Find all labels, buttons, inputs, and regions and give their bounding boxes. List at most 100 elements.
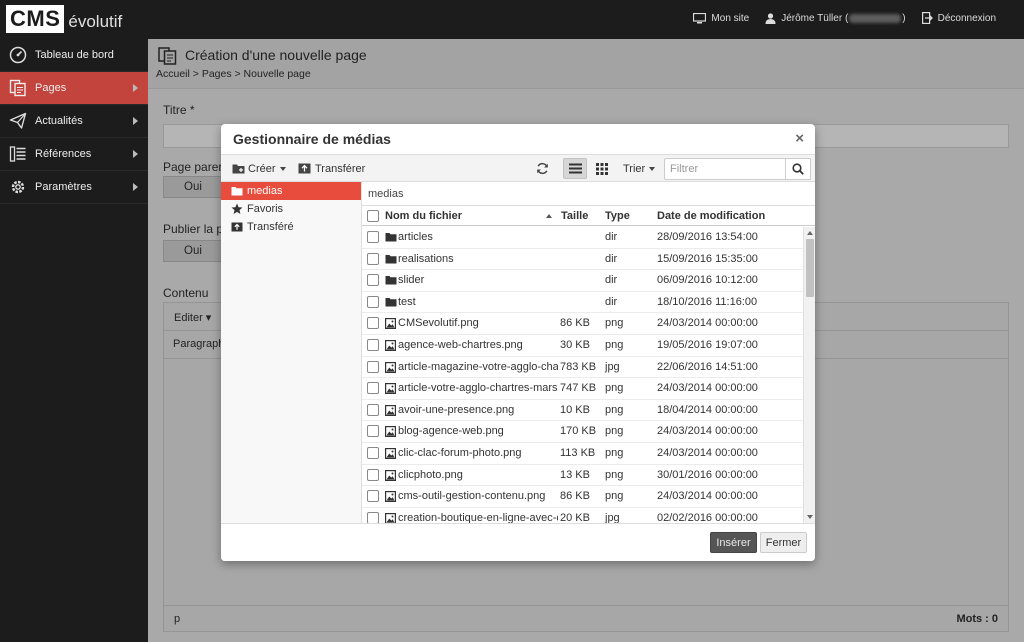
- scroll-up-icon[interactable]: [807, 231, 813, 235]
- editor-edit-menu[interactable]: Editer ▾: [174, 312, 211, 324]
- current-path: medias: [362, 182, 815, 206]
- image-file-icon: [385, 339, 396, 351]
- logout-link[interactable]: Déconnexion: [921, 12, 996, 24]
- sidebar-item-references[interactable]: Références: [0, 138, 148, 171]
- file-checkbox[interactable]: [367, 274, 379, 287]
- folder-icon: [385, 232, 397, 242]
- chevron-right-icon: [133, 150, 138, 158]
- image-file-icon: [385, 361, 396, 373]
- file-date: 06/09/2016 10:12:00: [657, 274, 758, 287]
- brand-logo[interactable]: CMS évolutif: [6, 4, 122, 34]
- sort-label: Trier: [623, 162, 646, 175]
- grid-view-button[interactable]: [590, 158, 614, 179]
- chevron-right-icon: [133, 84, 138, 92]
- file-type: dir: [605, 274, 618, 287]
- file-row[interactable]: creation-boutique-en-ligne-avec-cms.jpg2…: [362, 508, 803, 523]
- file-checkbox[interactable]: [367, 446, 379, 459]
- column-name[interactable]: Nom du fichier: [385, 210, 462, 222]
- pages-icon: [9, 79, 27, 97]
- file-name: cms-outil-gestion-contenu.png: [398, 490, 546, 503]
- file-list-scrollbar[interactable]: [803, 227, 815, 523]
- file-row[interactable]: realisations dir 15/09/2016 15:35:00: [362, 249, 803, 271]
- file-row[interactable]: articles dir 28/09/2016 13:54:00: [362, 227, 803, 249]
- column-date[interactable]: Date de modification: [657, 210, 765, 222]
- refresh-button[interactable]: [530, 158, 554, 179]
- sort-dropdown[interactable]: Trier: [618, 158, 660, 179]
- breadcrumb: Accueil > Pages > Nouvelle page: [156, 68, 311, 80]
- editor-format-select[interactable]: Paragraph: [173, 338, 224, 350]
- file-name: CMSevolutif.png: [398, 317, 479, 330]
- tree-item-uploaded[interactable]: Transféré: [221, 218, 361, 236]
- tree-item-medias[interactable]: medias: [221, 182, 361, 200]
- scroll-thumb[interactable]: [806, 239, 814, 297]
- gear-icon: [9, 178, 27, 196]
- file-name: slider: [398, 274, 425, 287]
- folder-icon: [385, 275, 397, 285]
- page-title: Création d'une nouvelle page: [185, 47, 367, 63]
- sidebar-item-dashboard[interactable]: Tableau de bord: [0, 39, 148, 72]
- sidebar-item-label: Tableau de bord: [35, 49, 114, 61]
- sidebar-item-settings[interactable]: Paramètres: [0, 171, 148, 204]
- folder-plus-icon: [232, 163, 245, 174]
- file-checkbox[interactable]: [367, 295, 379, 308]
- file-size: 747 KB: [560, 382, 597, 395]
- upload-icon: [298, 163, 311, 174]
- modal-title: Gestionnaire de médias: [233, 131, 391, 147]
- user-name: Jérôme Tüller (: [781, 12, 849, 24]
- filter-input[interactable]: [664, 158, 786, 180]
- file-row[interactable]: article-votre-agglo-chartres-mars-2016.p…: [362, 378, 803, 400]
- file-row[interactable]: avoir-une-presence.png 10 KB png 18/04/2014…: [362, 400, 803, 422]
- tree-item-favorites[interactable]: Favoris: [221, 200, 361, 218]
- media-manager-modal: Gestionnaire de médias × Créer Transfére…: [221, 124, 815, 561]
- sidebar-item-pages[interactable]: Pages: [0, 72, 148, 105]
- file-row[interactable]: test dir 18/10/2016 11:16:00: [362, 292, 803, 314]
- file-size: 86 KB: [560, 317, 590, 330]
- modal-header: Gestionnaire de médias ×: [221, 124, 815, 154]
- file-row[interactable]: CMSevolutif.png 86 KB png 24/03/2014 00:00:…: [362, 313, 803, 335]
- file-checkbox[interactable]: [367, 511, 379, 523]
- column-size[interactable]: Taille: [561, 210, 588, 222]
- file-checkbox[interactable]: [367, 338, 379, 351]
- user-menu[interactable]: Jérôme Tüller (): [765, 12, 906, 24]
- insert-button[interactable]: Insérer: [710, 532, 757, 553]
- parent-page-yes-button[interactable]: Oui: [163, 176, 223, 198]
- file-checkbox[interactable]: [367, 317, 379, 330]
- file-row[interactable]: blog-agence-web.png 170 KB png 24/03/2014 0…: [362, 421, 803, 443]
- editor-statusbar: p Mots : 0: [164, 605, 1008, 631]
- file-checkbox[interactable]: [367, 231, 379, 243]
- file-name: blog-agence-web.png: [398, 425, 504, 438]
- publish-yes-button[interactable]: Oui: [163, 240, 223, 262]
- image-file-icon: [385, 469, 396, 481]
- file-row[interactable]: agence-web-chartres.png 30 KB png 19/05/201…: [362, 335, 803, 357]
- file-row[interactable]: cms-outil-gestion-contenu.png 86 KB png 24/…: [362, 486, 803, 508]
- create-button[interactable]: Créer: [227, 158, 291, 179]
- select-all-checkbox[interactable]: [367, 210, 379, 222]
- file-checkbox[interactable]: [367, 425, 379, 438]
- file-checkbox[interactable]: [367, 490, 379, 503]
- file-row[interactable]: clicphoto.png 13 KB png 30/01/2016 00:00:00: [362, 465, 803, 487]
- file-checkbox[interactable]: [367, 360, 379, 373]
- file-row[interactable]: article-magazine-votre-agglo-chartres.jp…: [362, 357, 803, 379]
- my-site-link[interactable]: Mon site: [693, 12, 749, 24]
- file-size: 10 KB: [560, 403, 590, 416]
- file-checkbox[interactable]: [367, 252, 379, 265]
- upload-button[interactable]: Transférer: [293, 158, 370, 179]
- scroll-down-icon[interactable]: [807, 515, 813, 519]
- redacted-text: [849, 13, 902, 23]
- file-checkbox[interactable]: [367, 403, 379, 416]
- column-type[interactable]: Type: [605, 210, 630, 222]
- list-view-button[interactable]: [563, 158, 587, 179]
- sidebar-item-news[interactable]: Actualités: [0, 105, 148, 138]
- file-row[interactable]: clic-clac-forum-photo.png 113 KB png 24/03/…: [362, 443, 803, 465]
- caret-down-icon: [649, 166, 656, 171]
- file-checkbox[interactable]: [367, 468, 379, 481]
- chevron-right-icon: [133, 117, 138, 125]
- file-date: 22/06/2016 14:51:00: [657, 360, 758, 373]
- file-checkbox[interactable]: [367, 382, 379, 395]
- close-button[interactable]: Fermer: [760, 532, 807, 553]
- file-date: 28/09/2016 13:54:00: [657, 231, 758, 243]
- search-button[interactable]: [786, 158, 811, 180]
- file-row[interactable]: slider dir 06/09/2016 10:12:00: [362, 270, 803, 292]
- close-icon[interactable]: ×: [795, 130, 804, 147]
- sidebar-item-label: Pages: [35, 82, 67, 94]
